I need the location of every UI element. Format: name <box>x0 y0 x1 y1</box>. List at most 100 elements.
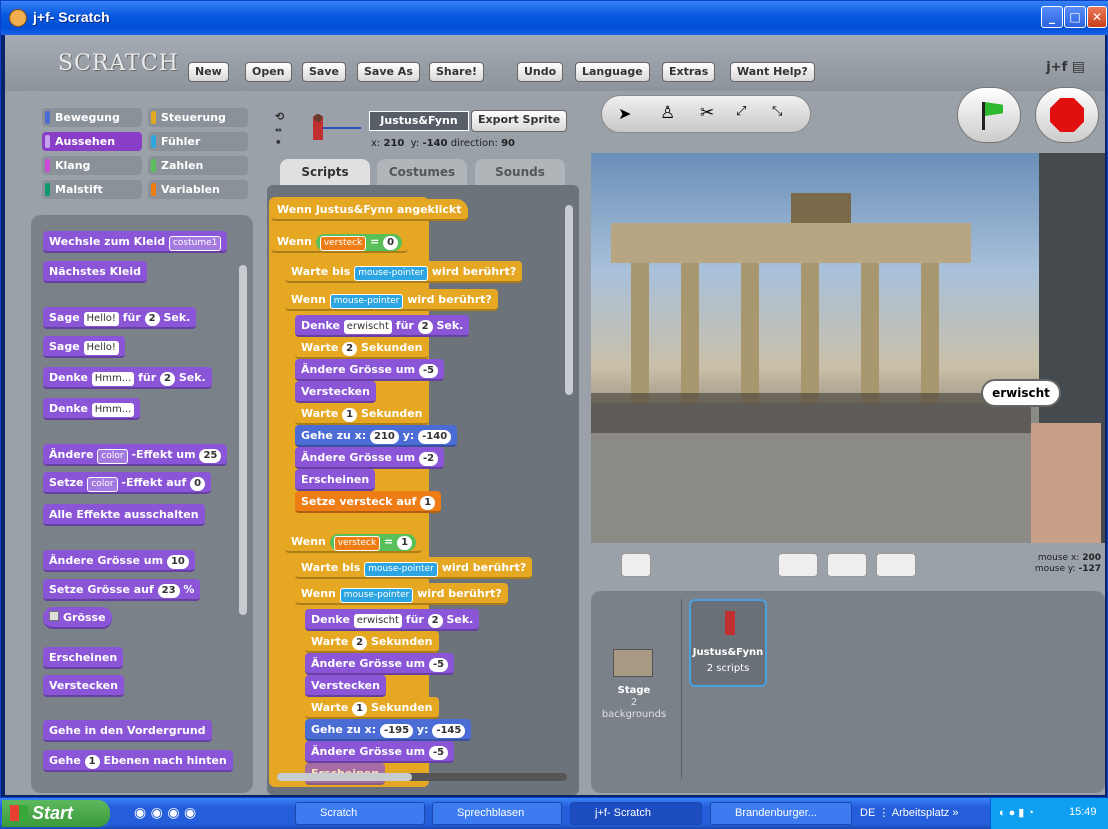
scripts-hscroll-track <box>277 773 567 781</box>
block-change-size-m5b[interactable]: Ändere Grösse um -5 <box>305 653 455 675</box>
want-help-button[interactable]: Want Help? <box>730 62 815 82</box>
maximize-button[interactable]: □ <box>1064 6 1086 28</box>
category-steuerung[interactable]: Steuerung <box>148 108 248 127</box>
category-fuehler[interactable]: Fühler <box>148 132 248 151</box>
block-change-size-m5c[interactable]: Ändere Grösse um -5 <box>305 741 455 763</box>
block-set-effect[interactable]: Setze color -Effekt auf 0 <box>43 472 212 494</box>
taskbar-item-brandenburger[interactable]: Brandenburger... <box>710 802 852 825</box>
block-hide-2[interactable]: Verstecken <box>305 675 386 697</box>
block-wait-1b[interactable]: Warte 1 Sekunden <box>305 697 439 719</box>
tray-icons[interactable]: ◐●▮◔ <box>999 806 1037 819</box>
block-wait-until-2[interactable]: Warte bis mouse-pointer wird berührt? <box>295 557 533 579</box>
save-button[interactable]: Save <box>302 62 346 82</box>
block-go-front[interactable]: Gehe in den Vordergrund <box>43 720 212 742</box>
taskbar-item-sprechblasen[interactable]: Sprechblasen <box>432 802 562 825</box>
share-button[interactable]: Share! <box>429 62 485 82</box>
block-show-1[interactable]: Erscheinen <box>295 469 376 491</box>
block-if-4[interactable]: Wenn mouse-pointer wird berührt? <box>295 583 508 605</box>
sprite-entry-justus-fynn[interactable]: Justus&Fynn 2 scripts <box>689 599 767 687</box>
block-hide[interactable]: Verstecken <box>43 675 124 697</box>
language-indicator[interactable]: DE ⋮ Arbeitsplatz » <box>860 806 958 819</box>
block-set-var[interactable]: Setze versteck auf 1 <box>295 491 442 513</box>
shrink-icon[interactable]: ⤡ <box>772 104 782 119</box>
block-wait-1[interactable]: Warte 1 Sekunden <box>295 403 429 425</box>
duplicate-tool-icon[interactable]: ♙ <box>660 103 675 123</box>
block-if-1[interactable]: Wenn versteck = 0 <box>271 231 409 253</box>
stage[interactable]: erwischt <box>591 153 1105 543</box>
sprite-list: Stage 2 backgrounds Justus&Fynn 2 scripts <box>591 591 1105 793</box>
block-when-clicked[interactable]: Wenn Justus&Fynn angeklickt <box>271 199 468 221</box>
block-change-effect[interactable]: Ändere color -Effekt um 25 <box>43 444 228 466</box>
close-button[interactable]: ✕ <box>1087 6 1107 28</box>
rotation-style-icons[interactable]: ⟲ ↔ • <box>275 110 284 149</box>
taskbar: Start ◉ ◉ ◉ ◉ Scratch Sprechblasen j+f- … <box>0 798 1108 829</box>
minimize-button[interactable]: _ <box>1041 6 1063 28</box>
language-button[interactable]: Language <box>575 62 650 82</box>
block-think-for[interactable]: Denke Hmm... für 2 Sek. <box>43 367 212 389</box>
choose-sprite-file-icon[interactable] <box>827 553 867 577</box>
arrow-tool-icon[interactable]: ➤ <box>618 104 631 123</box>
taskbar-item-scratch[interactable]: Scratch <box>295 802 425 825</box>
tab-costumes[interactable]: Costumes <box>377 159 467 187</box>
block-say-for[interactable]: Sage Hello! für 2 Sek. <box>43 307 197 329</box>
block-wait-2b[interactable]: Warte 2 Sekunden <box>305 631 439 653</box>
presentation-mode-icon[interactable] <box>621 553 651 577</box>
paint-new-sprite-icon[interactable] <box>778 553 818 577</box>
category-variablen[interactable]: Variablen <box>148 180 248 199</box>
block-wait-until[interactable]: Warte bis mouse-pointer wird berührt? <box>285 261 523 283</box>
block-say[interactable]: Sage Hello! <box>43 336 125 358</box>
size-checkbox[interactable] <box>49 611 59 621</box>
category-aussehen[interactable]: Aussehen <box>42 132 142 151</box>
undo-button[interactable]: Undo <box>517 62 564 82</box>
export-sprite-button[interactable]: Export Sprite <box>471 110 568 132</box>
tab-sounds[interactable]: Sounds <box>475 159 565 187</box>
block-if-3[interactable]: Wenn versteck = 1 <box>285 531 423 553</box>
palette-scrollbar[interactable] <box>239 265 247 615</box>
grow-icon[interactable]: ⤢ <box>736 104 746 119</box>
block-switch-costume[interactable]: Wechsle zum Kleid costume1 <box>43 231 228 253</box>
save-as-button[interactable]: Save As <box>357 62 420 82</box>
scripts-hscrollbar[interactable] <box>277 773 412 781</box>
category-malstift[interactable]: Malstift <box>42 180 142 199</box>
block-change-size[interactable]: Ändere Grösse um 10 <box>43 550 195 572</box>
block-set-size[interactable]: Setze Grösse auf 23 % <box>43 579 201 601</box>
notes-icon[interactable]: ▤ <box>1072 59 1085 75</box>
quicklaunch-icons[interactable]: ◉ ◉ ◉ ◉ <box>134 805 196 821</box>
block-think-erwischt[interactable]: Denke erwischt für 2 Sek. <box>295 315 470 337</box>
green-flag-button[interactable] <box>957 87 1021 143</box>
open-button[interactable]: Open <box>245 62 292 82</box>
extras-button[interactable]: Extras <box>662 62 716 82</box>
scripts-area[interactable]: Wenn Justus&Fynn angeklickt Wenn verstec… <box>267 185 579 795</box>
stage-entry[interactable]: Stage 2 backgrounds <box>599 685 669 721</box>
scripts-vscrollbar[interactable] <box>565 205 573 395</box>
costume-dropdown[interactable]: costume1 <box>168 236 222 251</box>
taskbar-item-jf-scratch[interactable]: j+f- Scratch <box>570 802 702 825</box>
block-next-costume[interactable]: Nächstes Kleid <box>43 261 148 283</box>
block-show[interactable]: Erscheinen <box>43 647 124 669</box>
menu-bar: SCRATCH New Open Save Save As Share! Und… <box>5 35 1105 91</box>
block-wait-2[interactable]: Warte 2 Sekunden <box>295 337 429 359</box>
block-go-back[interactable]: Gehe 1 Ebenen nach hinten <box>43 750 233 772</box>
title-bar[interactable]: j+f- Scratch _ □ ✕ <box>1 1 1108 35</box>
tab-scripts[interactable]: Scripts <box>280 159 370 187</box>
block-think[interactable]: Denke Hmm... <box>43 398 141 420</box>
category-zahlen[interactable]: Zahlen <box>148 156 248 175</box>
category-bewegung[interactable]: Bewegung <box>42 108 142 127</box>
stage-thumbnail[interactable] <box>613 649 653 677</box>
block-goto-2[interactable]: Gehe zu x: -195 y: -145 <box>305 719 472 741</box>
block-hide-1[interactable]: Verstecken <box>295 381 376 403</box>
block-goto-1[interactable]: Gehe zu x: 210 y: -140 <box>295 425 458 447</box>
stop-button[interactable] <box>1035 87 1099 143</box>
category-klang[interactable]: Klang <box>42 156 142 175</box>
block-if-2[interactable]: Wenn mouse-pointer wird berührt? <box>285 289 498 311</box>
surprise-sprite-icon[interactable] <box>876 553 916 577</box>
block-change-size-m5[interactable]: Ändere Grösse um -5 <box>295 359 445 381</box>
category-label: Aussehen <box>55 135 116 148</box>
sprite-name-field[interactable]: Justus&Fynn <box>369 111 469 131</box>
block-think-erwischt-2[interactable]: Denke erwischt für 2 Sek. <box>305 609 480 631</box>
new-button[interactable]: New <box>188 62 229 82</box>
block-clear-effects[interactable]: Alle Effekte ausschalten <box>43 504 205 526</box>
block-size-reporter[interactable]: Grösse <box>43 607 112 629</box>
block-change-size-m2[interactable]: Ändere Grösse um -2 <box>295 447 445 469</box>
scissors-icon[interactable]: ✂ <box>700 103 714 123</box>
